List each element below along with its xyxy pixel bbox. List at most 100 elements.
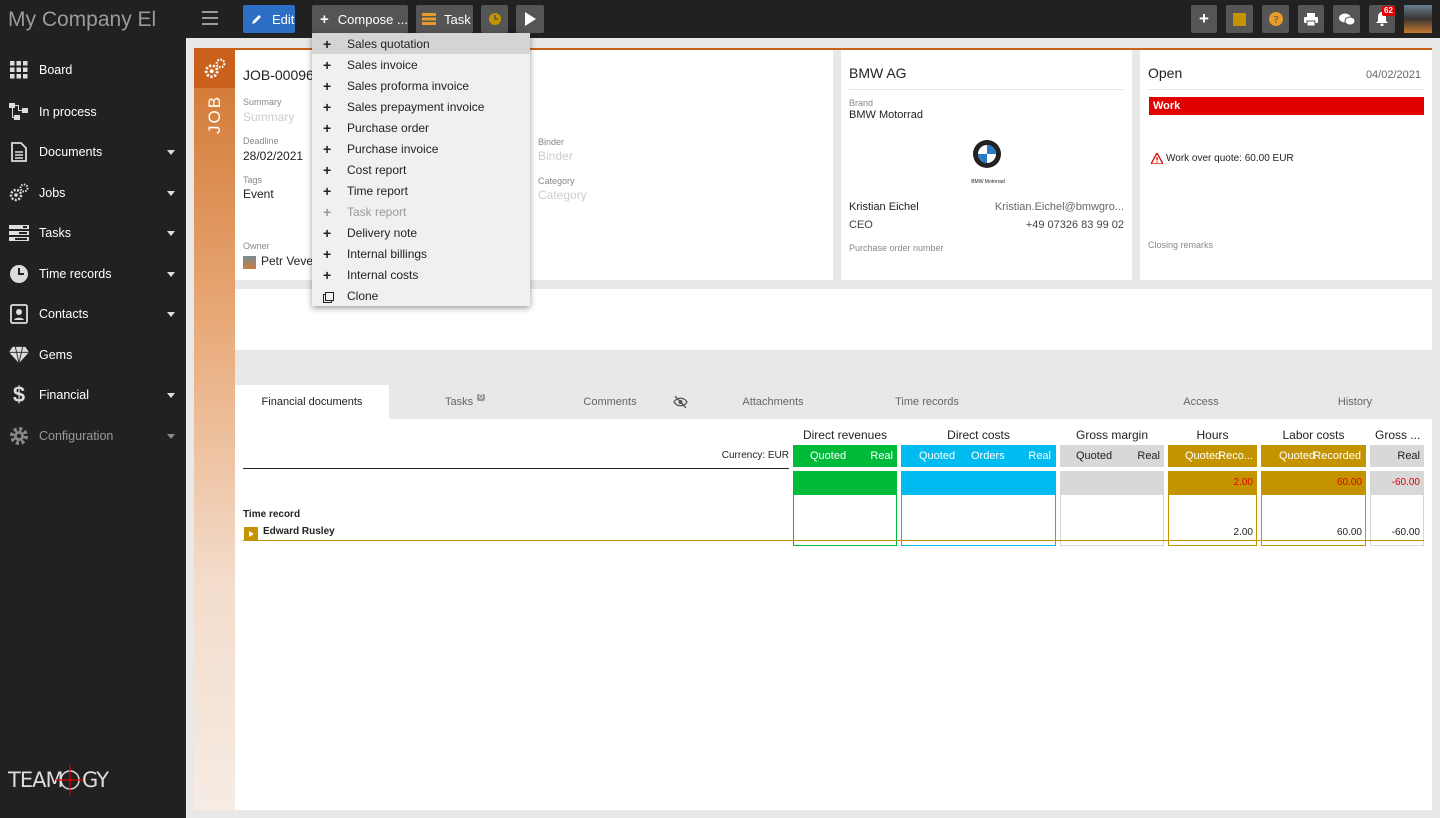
tab-bar [235, 385, 1432, 419]
tab-time-records[interactable]: Time records [886, 385, 968, 419]
sidebar-item-board[interactable]: Board [0, 52, 186, 88]
menu-item-cost-report[interactable]: + Cost report [312, 159, 530, 180]
contact-role: CEO [849, 219, 873, 231]
tab-comments[interactable]: Comments [570, 385, 650, 419]
sidebar-item-documents[interactable]: Documents [0, 134, 186, 170]
compose-menu: + Sales quotation + Sales invoice + Sales p… [312, 33, 530, 306]
menu-item-delivery-note[interactable]: + Delivery note [312, 222, 530, 243]
job-number: JOB-00096 [243, 67, 314, 83]
chevron-down-icon [167, 190, 175, 196]
menu-item-sales-quotation[interactable]: + Sales quotation [312, 33, 530, 54]
print-button[interactable] [1298, 5, 1324, 33]
gross-header: Gross ... [1375, 428, 1421, 442]
pencil-icon [251, 13, 263, 25]
plus-icon: + [323, 266, 332, 283]
expand-row-icon[interactable] [244, 527, 258, 540]
svg-text:?: ? [1273, 15, 1278, 26]
chat-button[interactable] [1333, 5, 1360, 33]
labor-costs-header: Labor costs [1282, 428, 1345, 442]
menu-item-task-report: + Task report [323, 203, 407, 220]
labor-total: 60.00 [1261, 471, 1366, 495]
jobs-gears-icon [204, 58, 226, 83]
compose-button[interactable]: + Compose ... [312, 5, 408, 33]
hidden-eye-icon[interactable] [673, 395, 688, 411]
sidebar-item-in-process[interactable]: In process [0, 94, 186, 130]
brand-field[interactable]: BMW Motorrad [849, 109, 923, 121]
sidebar-item-contacts[interactable]: Contacts [0, 296, 186, 332]
plus-icon: + [323, 56, 332, 73]
menu-item-time-report[interactable]: + Time report [312, 180, 530, 201]
plus-icon: + [323, 119, 332, 136]
menu-item-purchase-order[interactable]: + Purchase order [312, 117, 530, 138]
tab-tasks[interactable]: Tasks 0 [425, 385, 505, 419]
grid-icon [9, 60, 29, 80]
tasks-count-badge: 0 [477, 393, 486, 401]
sidebar-item-tasks[interactable]: Tasks [0, 215, 186, 251]
timer-button[interactable] [481, 5, 508, 33]
clone-icon [323, 290, 334, 306]
menu-item-sales-proforma-invoice[interactable]: + Sales proforma invoice [312, 75, 530, 96]
tab-access[interactable]: Access [1170, 385, 1232, 419]
contact-name[interactable]: Kristian Eichel [849, 201, 919, 213]
chevron-down-icon [167, 311, 175, 317]
document-icon [9, 142, 29, 162]
menu-item-sales-invoice[interactable]: + Sales invoice [312, 54, 530, 75]
job-strip-header [194, 50, 235, 88]
menu-item-clone[interactable]: Clone [312, 285, 530, 306]
summary-field[interactable]: Summary [243, 110, 294, 124]
menu-item-internal-billings[interactable]: + Internal billings [312, 243, 530, 264]
clock-icon [9, 264, 29, 284]
job-strip [194, 50, 235, 810]
notes-button[interactable] [1226, 5, 1253, 33]
play-button[interactable] [516, 5, 544, 33]
sidebar-item-gems[interactable]: Gems [0, 337, 186, 373]
status-badge[interactable]: Work [1149, 97, 1424, 115]
table-row-name[interactable]: Edward Rusley [263, 526, 335, 537]
add-button[interactable]: + [1191, 5, 1217, 33]
row-labor: 60.00 [1336, 527, 1362, 538]
tab-financial-documents[interactable]: Financial documents [235, 385, 389, 419]
client-name[interactable]: BMW AG [849, 65, 907, 81]
play-icon [524, 12, 536, 26]
menu-item-purchase-invoice[interactable]: + Purchase invoice [312, 138, 530, 159]
owner-avatar [243, 256, 256, 269]
hours-header: Hours [1196, 428, 1229, 442]
edit-button[interactable]: Edit [243, 5, 295, 33]
deadline-field[interactable]: 28/02/2021 [243, 149, 303, 163]
contact-email[interactable]: Kristian.Eichel@bmwgro... [995, 201, 1124, 213]
notification-count-badge: 62 [1382, 6, 1395, 16]
job-state[interactable]: Open [1148, 65, 1182, 81]
tab-history[interactable]: History [1324, 385, 1386, 419]
sidebar-item-time-records[interactable]: Time records [0, 256, 186, 292]
gross-margin-header: Gross margin [1075, 428, 1149, 442]
chat-icon [1338, 13, 1355, 26]
owner-field[interactable]: Petr Vever [261, 254, 317, 268]
menu-toggle-icon[interactable] [202, 11, 218, 25]
notifications-button[interactable]: 62 [1369, 5, 1395, 33]
plus-icon: + [323, 182, 332, 199]
bmw-logo [972, 139, 1002, 172]
tags-field[interactable]: Event [243, 187, 274, 201]
sidebar-item-financial[interactable]: $ Financial [0, 377, 186, 413]
sidebar-item-configuration[interactable]: Configuration [0, 418, 186, 454]
binder-field[interactable]: Binder [538, 149, 573, 163]
note-icon [1233, 12, 1246, 26]
menu-item-internal-costs[interactable]: + Internal costs [312, 264, 530, 285]
client-card: BMW AG Brand BMW Motorrad BMW Motorrad K… [841, 50, 1132, 280]
task-button[interactable]: Task [416, 5, 473, 33]
help-button[interactable]: ? [1262, 5, 1289, 33]
menu-item-sales-prepayment-invoice[interactable]: + Sales prepayment invoice [312, 96, 530, 117]
gross-total: -60.00 [1370, 471, 1424, 495]
plus-icon: + [323, 98, 332, 115]
help-icon: ? [1268, 12, 1283, 26]
direct-costs-header: Direct costs [947, 428, 1010, 442]
contact-phone[interactable]: +49 07326 83 99 02 [1026, 219, 1124, 231]
category-field[interactable]: Category [538, 188, 587, 202]
plus-icon: + [323, 35, 332, 52]
warning-icon [1149, 151, 1165, 167]
sidebar-item-jobs[interactable]: Jobs [0, 175, 186, 211]
clock-icon [488, 12, 502, 26]
plus-icon: + [323, 77, 332, 94]
tab-attachments[interactable]: Attachments [732, 385, 814, 419]
user-avatar[interactable] [1404, 5, 1432, 33]
